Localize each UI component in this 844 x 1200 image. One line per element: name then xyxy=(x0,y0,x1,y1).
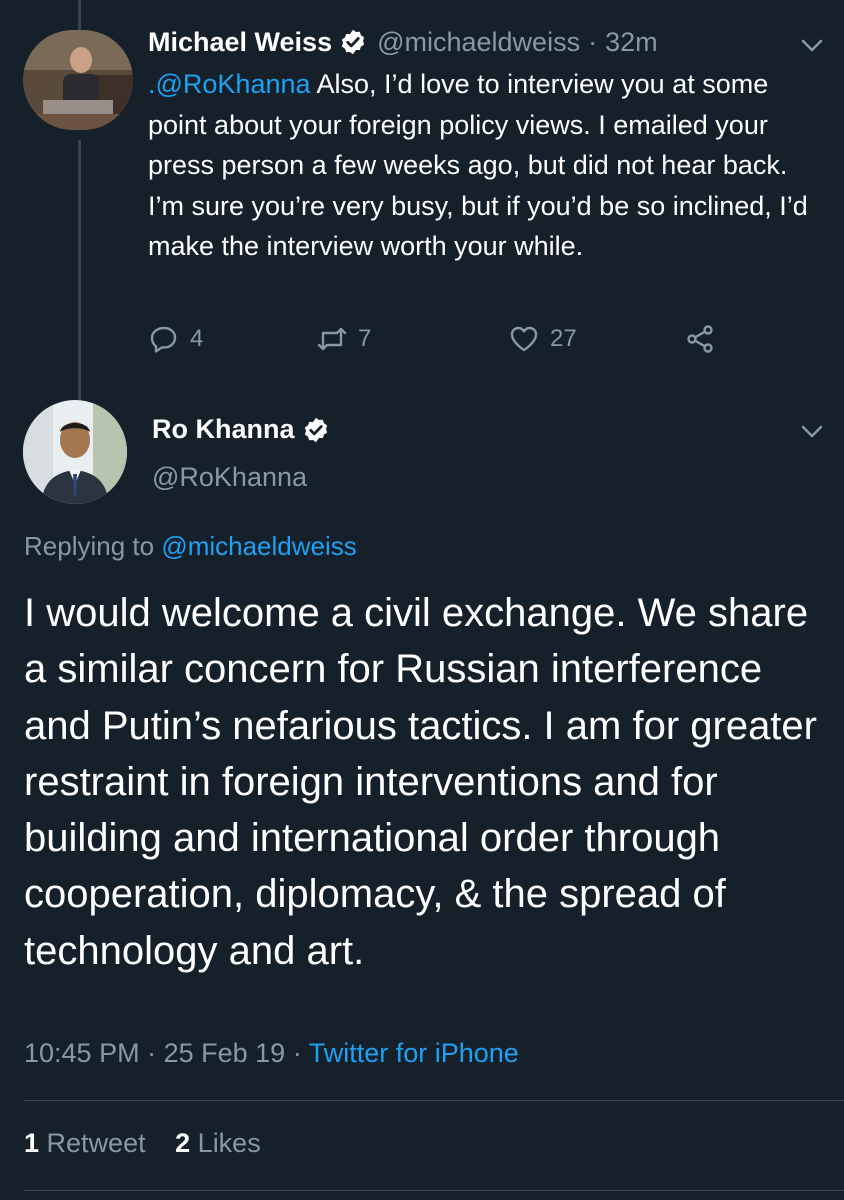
tweet-stats: 1 Retweet 2 Likes xyxy=(24,1128,261,1159)
retweet-icon xyxy=(317,327,347,351)
avatar[interactable] xyxy=(23,30,133,130)
tweet1-text: .@RoKhanna Also, I’d love to interview y… xyxy=(148,64,828,267)
retweet-label: Retweet xyxy=(46,1128,146,1158)
like-total: 2 xyxy=(175,1128,191,1158)
thread-line xyxy=(78,140,81,400)
retweet-count: 7 xyxy=(358,325,372,352)
share-icon xyxy=(687,325,713,353)
tweet-source-link[interactable]: Twitter for iPhone xyxy=(309,1038,519,1068)
reply-button[interactable]: 4 xyxy=(148,323,203,355)
avatar[interactable] xyxy=(23,400,127,504)
like-count: 27 xyxy=(550,325,577,352)
author-name[interactable]: Michael Weiss xyxy=(148,27,332,58)
tweet-date[interactable]: 25 Feb 19 xyxy=(164,1038,286,1068)
tweet-meta: 10:45 PM · 25 Feb 19 · Twitter for iPhon… xyxy=(24,1038,519,1068)
chevron-down-icon[interactable] xyxy=(800,424,824,440)
heart-icon xyxy=(510,326,538,352)
tweet1-actions: 4 7 27 xyxy=(148,323,748,359)
retweet-total: 1 xyxy=(24,1128,40,1158)
tweet-time[interactable]: 10:45 PM xyxy=(24,1038,140,1068)
reply-count: 4 xyxy=(190,325,204,352)
like-button[interactable]: 27 xyxy=(508,323,577,355)
replying-to-link[interactable]: @michaeldweiss xyxy=(161,531,356,561)
mention-link[interactable]: .@RoKhanna xyxy=(148,69,311,99)
share-button[interactable] xyxy=(684,323,726,355)
likes-label: Likes xyxy=(197,1128,261,1158)
verified-badge-icon xyxy=(342,29,365,55)
divider xyxy=(24,1100,844,1101)
reply-icon xyxy=(150,326,177,353)
author-name[interactable]: Ro Khanna xyxy=(152,414,295,445)
retweets-stat[interactable]: 1 Retweet xyxy=(24,1128,146,1158)
retweet-button[interactable]: 7 xyxy=(316,323,371,355)
tweet-time[interactable]: 32m xyxy=(605,27,658,58)
author-handle[interactable]: @RoKhanna xyxy=(152,462,307,493)
likes-stat[interactable]: 2 Likes xyxy=(175,1128,261,1158)
tweet1-header: Michael Weiss @michaeldweiss · 32m xyxy=(148,24,658,60)
separator-dot: · xyxy=(588,26,598,57)
tweet2-author: Ro Khanna xyxy=(152,414,330,445)
verified-badge-icon xyxy=(304,417,327,442)
author-handle[interactable]: @michaeldweiss xyxy=(377,27,580,58)
replying-label: Replying to xyxy=(24,531,155,561)
divider xyxy=(24,1190,844,1191)
replying-to: Replying to @michaeldweiss xyxy=(24,531,357,562)
chevron-down-icon[interactable] xyxy=(800,38,824,54)
tweet2-text: I would welcome a civil exchange. We sha… xyxy=(24,591,817,973)
